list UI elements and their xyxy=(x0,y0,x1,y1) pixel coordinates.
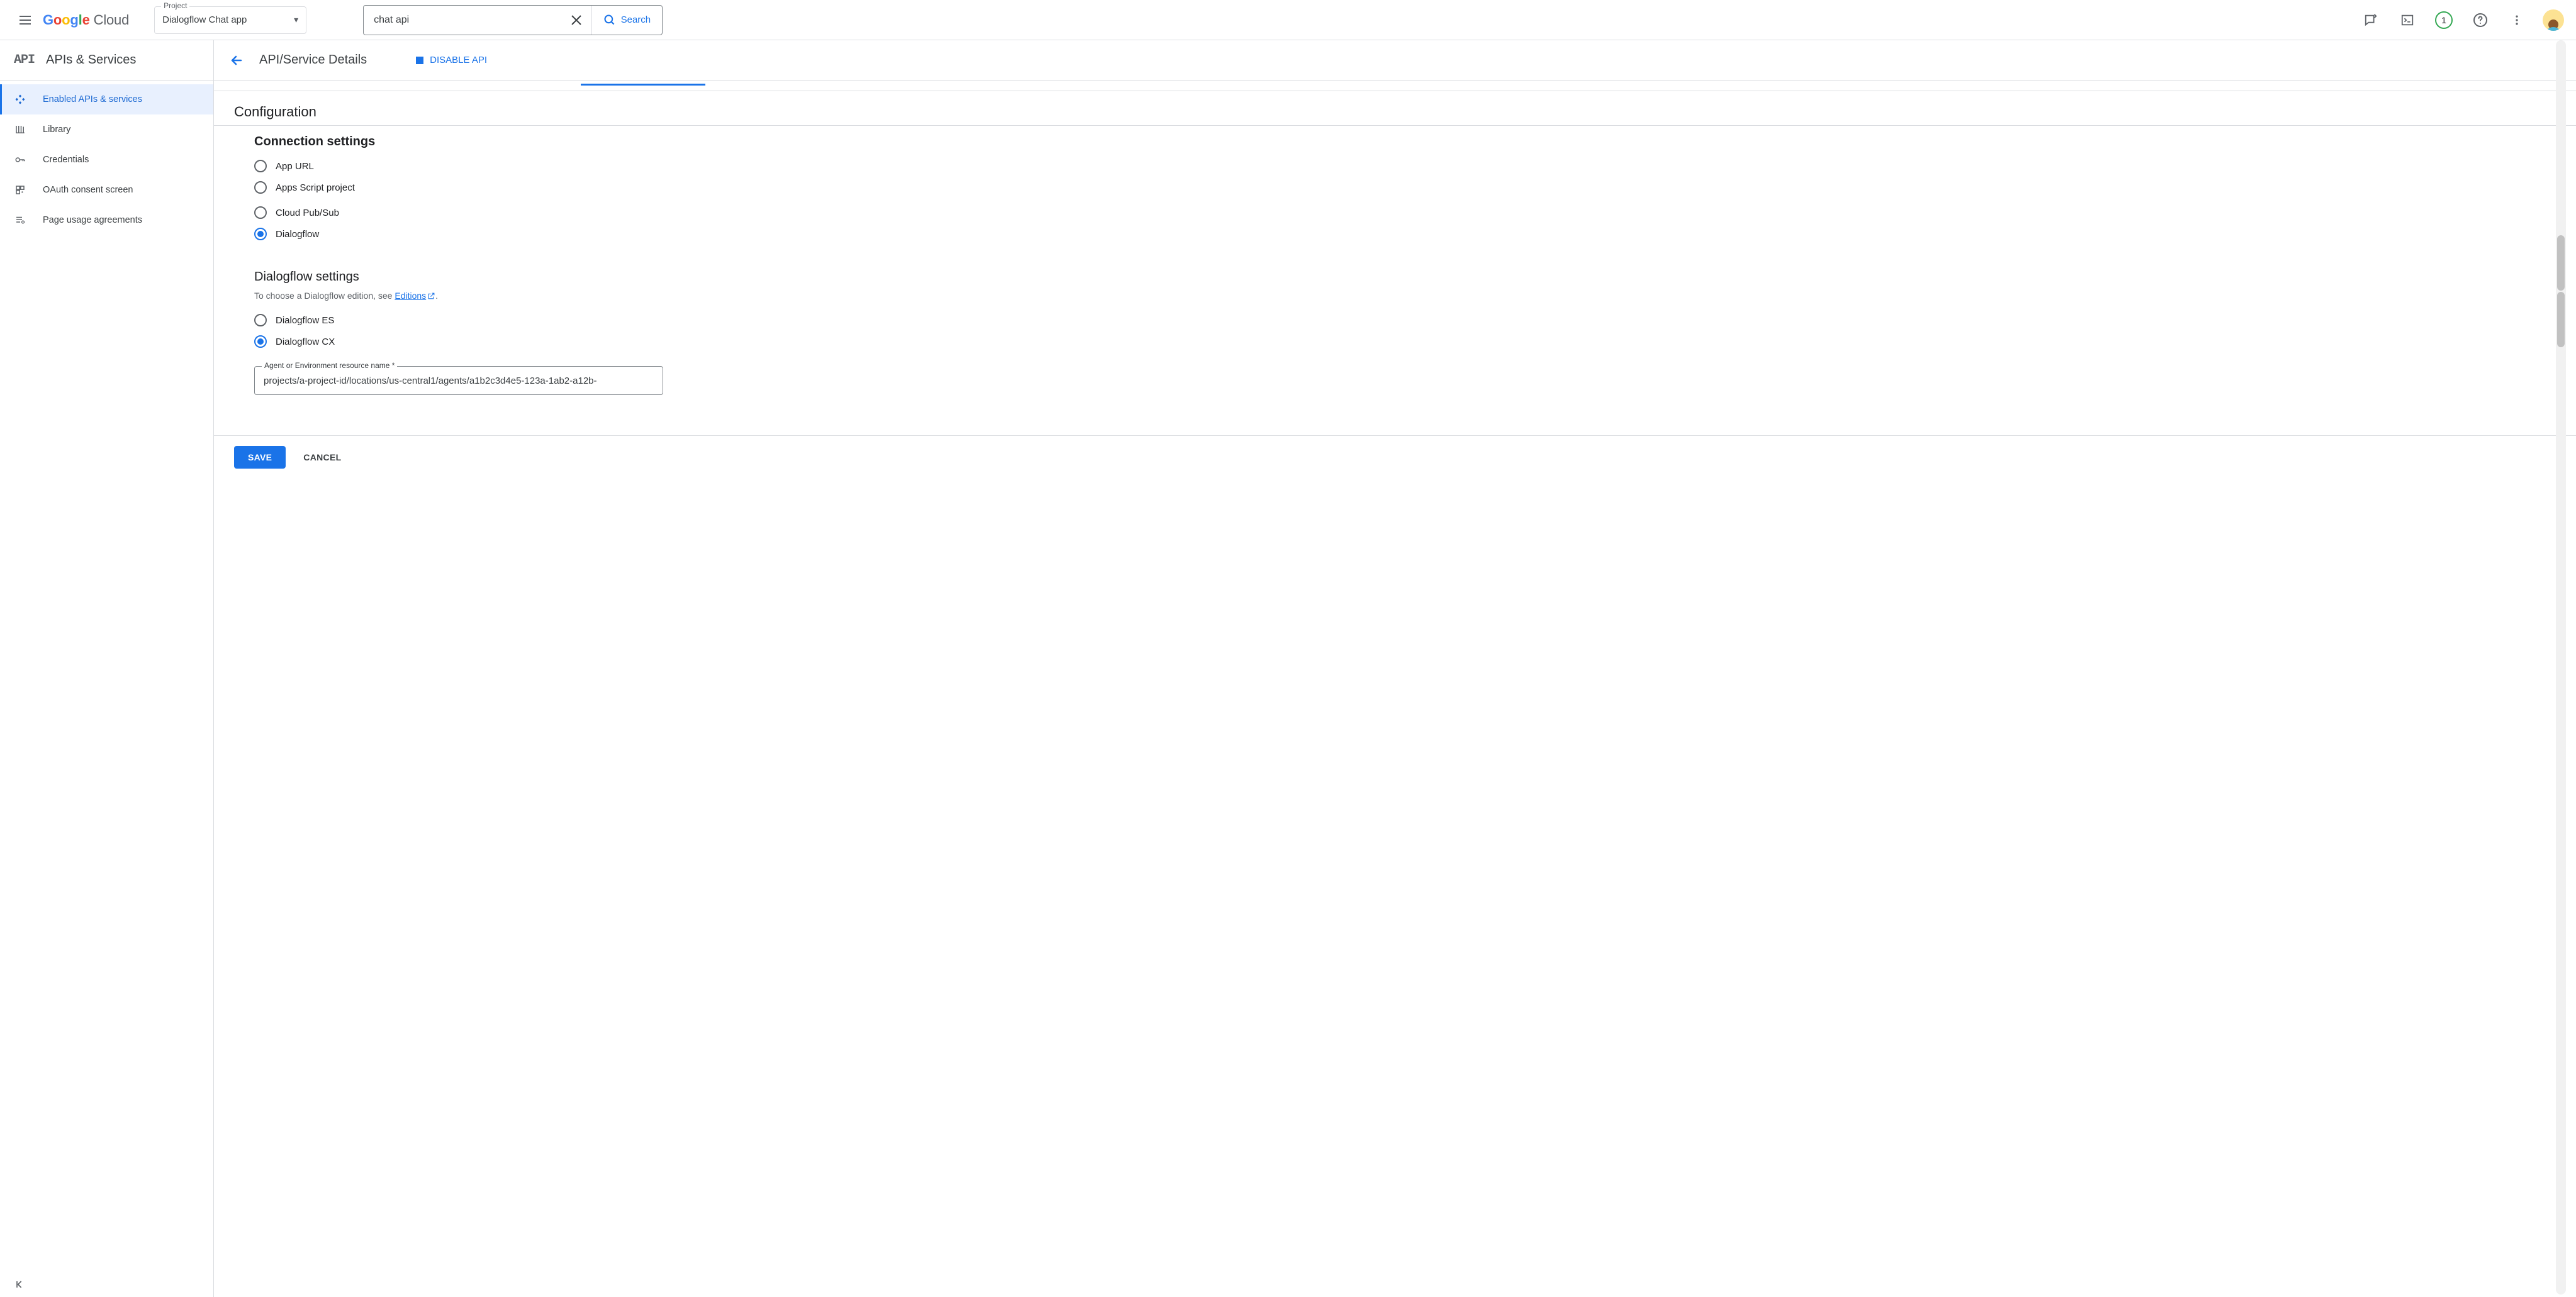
help-icon xyxy=(2473,13,2488,28)
radio-label: Dialogflow xyxy=(276,229,319,240)
back-button[interactable] xyxy=(229,53,244,68)
cloud-shell-button[interactable] xyxy=(2395,8,2420,33)
sidebar-title-text: APIs & Services xyxy=(46,53,136,67)
radio-label: Apps Script project xyxy=(276,182,355,193)
logo-cloud-text: Cloud xyxy=(94,12,129,28)
radio-dialogflow[interactable]: Dialogflow xyxy=(254,223,2576,245)
radio-apps-script[interactable]: Apps Script project xyxy=(254,177,2576,198)
connection-settings-title: Connection settings xyxy=(254,135,2576,149)
search-clear-button[interactable] xyxy=(561,6,591,35)
radio-icon xyxy=(254,335,267,348)
resource-name-label: Agent or Environment resource name * xyxy=(262,361,397,370)
sidebar-item-label: OAuth consent screen xyxy=(43,185,133,195)
radio-label: Cloud Pub/Sub xyxy=(276,208,339,218)
disable-api-label: DISABLE API xyxy=(430,55,487,65)
sidebar-item-oauth-consent[interactable]: OAuth consent screen xyxy=(0,175,213,205)
sidebar-item-page-usage[interactable]: Page usage agreements xyxy=(0,205,213,235)
stop-icon xyxy=(416,57,423,64)
api-mark-icon: API xyxy=(14,53,35,67)
key-icon xyxy=(14,154,26,165)
editions-link[interactable]: Editions xyxy=(395,291,426,301)
caret-down-icon: ▾ xyxy=(294,14,298,25)
page-usage-icon xyxy=(14,214,26,226)
radio-icon xyxy=(254,160,267,172)
sidebar-item-library[interactable]: Library xyxy=(0,114,213,145)
save-button[interactable]: SAVE xyxy=(234,446,286,469)
account-button[interactable] xyxy=(2541,8,2566,33)
logo-google: Google xyxy=(43,12,90,28)
radio-dialogflow-es[interactable]: Dialogflow ES xyxy=(254,309,2576,331)
menu-icon xyxy=(18,13,33,28)
help-button[interactable] xyxy=(2468,8,2493,33)
configuration-title: Configuration xyxy=(234,104,2576,120)
connection-type-radio-group: App URL Apps Script project Cloud Pub/Su… xyxy=(254,155,2576,245)
cancel-button[interactable]: CANCEL xyxy=(303,452,341,462)
radio-app-url[interactable]: App URL xyxy=(254,155,2576,177)
close-icon xyxy=(571,14,582,26)
library-icon xyxy=(14,124,26,135)
radio-icon xyxy=(254,206,267,219)
radio-label: Dialogflow CX xyxy=(276,337,335,347)
radio-dialogflow-cx[interactable]: Dialogflow CX xyxy=(254,331,2576,352)
arrow-back-icon xyxy=(229,53,244,68)
project-picker[interactable]: Project Dialogflow Chat app ▾ xyxy=(154,6,306,34)
sidebar-item-label: Credentials xyxy=(43,155,89,165)
radio-cloud-pubsub[interactable]: Cloud Pub/Sub xyxy=(254,202,2576,223)
project-picker-value: Dialogflow Chat app xyxy=(162,14,294,25)
project-picker-label: Project xyxy=(161,1,189,10)
page-title: API/Service Details xyxy=(259,53,367,67)
search-button[interactable]: Search xyxy=(592,6,663,35)
dialogflow-helper-text: To choose a Dialogflow edition, see Edit… xyxy=(254,291,2576,301)
radio-icon xyxy=(254,228,267,240)
more-button[interactable] xyxy=(2504,8,2529,33)
radio-icon xyxy=(254,314,267,326)
resource-name-field: Agent or Environment resource name * xyxy=(254,366,663,395)
sidebar-item-label: Page usage agreements xyxy=(43,215,142,225)
hamburger-menu[interactable] xyxy=(10,5,40,35)
resource-name-input[interactable] xyxy=(254,366,663,395)
consent-icon xyxy=(14,184,26,196)
scrollbar-thumb[interactable] xyxy=(2557,235,2565,291)
dialogflow-edition-radio-group: Dialogflow ES Dialogflow CX xyxy=(254,309,2576,352)
logo[interactable]: Google Cloud xyxy=(43,12,129,28)
search-box: Search xyxy=(363,5,663,35)
sidebar-item-label: Enabled APIs & services xyxy=(43,94,142,104)
disable-api-button[interactable]: DISABLE API xyxy=(416,55,487,65)
collapse-sidebar-button[interactable] xyxy=(14,1278,26,1291)
notification-badge: 1 xyxy=(2435,11,2453,29)
notifications-button[interactable]: 1 xyxy=(2431,8,2456,33)
feedback-icon xyxy=(2364,13,2378,27)
divider xyxy=(214,125,2576,126)
scrollbar-thumb[interactable] xyxy=(2557,292,2565,347)
scrollbar-track[interactable] xyxy=(2556,40,2566,1294)
search-input[interactable] xyxy=(364,14,561,26)
sidebar-item-credentials[interactable]: Credentials xyxy=(0,145,213,175)
sidebar-item-label: Library xyxy=(43,125,70,135)
search-icon xyxy=(603,14,616,26)
terminal-icon xyxy=(2400,13,2414,27)
search-button-label: Search xyxy=(621,14,651,25)
enabled-apis-icon xyxy=(14,94,26,105)
feedback-button[interactable] xyxy=(2358,8,2383,33)
sidebar-item-enabled-apis[interactable]: Enabled APIs & services xyxy=(0,84,213,114)
external-link-icon xyxy=(427,292,435,300)
more-vert-icon xyxy=(2511,14,2523,26)
radio-label: App URL xyxy=(276,161,314,172)
radio-label: Dialogflow ES xyxy=(276,315,334,326)
chevron-left-icon xyxy=(14,1278,26,1291)
sidebar-title: API APIs & Services xyxy=(0,40,213,81)
radio-icon xyxy=(254,181,267,194)
avatar-icon xyxy=(2543,9,2564,31)
dialogflow-settings-title: Dialogflow settings xyxy=(254,270,2576,284)
